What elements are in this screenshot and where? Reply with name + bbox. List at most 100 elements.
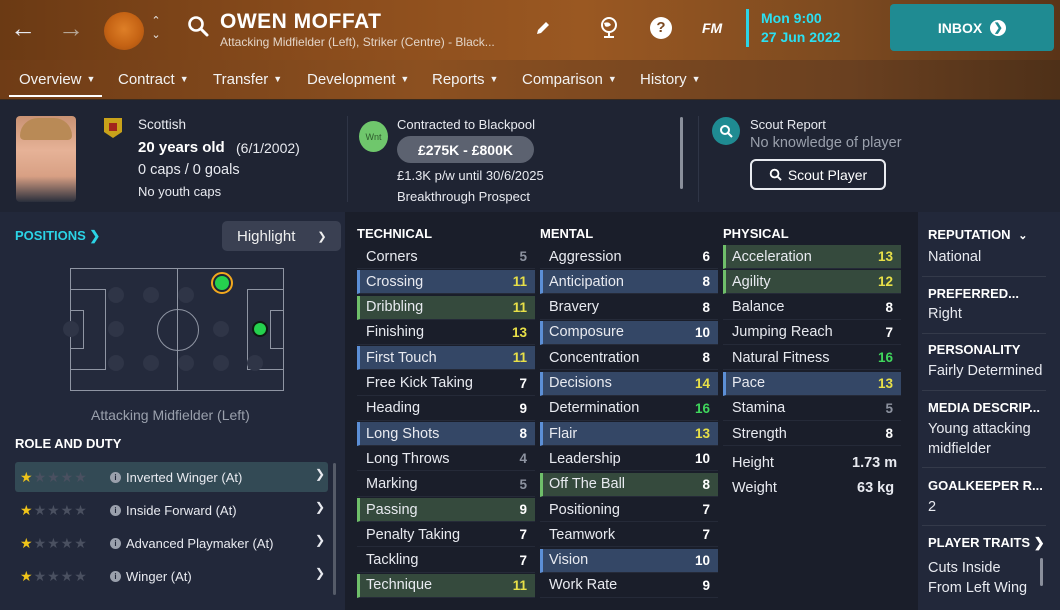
media-description-title: MEDIA DESCRIP... (928, 400, 1040, 415)
role-row[interactable]: ★★★★★ i Inside Forward (At) ❯ (15, 495, 328, 525)
technical-attribute-row[interactable]: Long Throws 4 (357, 447, 535, 472)
mental-attribute-row[interactable]: Bravery 8 (540, 296, 718, 320)
highlight-label: Highlight (237, 227, 296, 245)
mental-attribute-row[interactable]: Leadership 10 (540, 447, 718, 472)
technical-attribute-row[interactable]: Heading 9 (357, 397, 535, 421)
scout-search-icon[interactable] (712, 117, 740, 145)
transfer-value[interactable]: £275K - £800K (397, 136, 534, 163)
mental-attribute-row[interactable]: Teamwork 7 (540, 523, 718, 548)
tab-history[interactable]: History ▼ (640, 71, 701, 88)
role-rating-stars: ★★★★★ (20, 534, 88, 551)
header-scrollbar[interactable] (680, 117, 683, 189)
scout-player-button[interactable]: Scout Player (750, 159, 886, 190)
technical-attribute-row[interactable]: Technique 11 (357, 573, 535, 598)
physical-attribute-row[interactable]: Strength 8 (723, 422, 901, 447)
physical-attribute-row[interactable]: Pace 13 (723, 371, 901, 396)
tab-comparison[interactable]: Comparison ▼ (522, 71, 617, 88)
technical-attribute-row[interactable]: Corners 5 (357, 245, 535, 269)
attribute-name: Dribbling (366, 299, 424, 316)
edit-icon[interactable] (534, 19, 552, 37)
chevron-down-icon[interactable]: ❯ (315, 467, 325, 481)
help-icon[interactable]: ? (650, 17, 672, 39)
mental-attribute-row[interactable]: Concentration 8 (540, 346, 718, 371)
wage-info: £1.3K p/w until 30/6/2025 (397, 168, 544, 183)
highlight-dropdown[interactable]: Highlight ❯ (222, 221, 341, 251)
chevron-down-icon: ▼ (86, 74, 96, 84)
reputation-title[interactable]: REPUTATION ⌄ (928, 227, 1048, 242)
tab-transfer[interactable]: Transfer ▼ (213, 71, 282, 88)
club-crest-icon[interactable] (104, 12, 144, 50)
attribute-name: Determination (549, 400, 640, 417)
attribute-value: 11 (512, 577, 527, 593)
info-icon[interactable]: i (110, 537, 121, 549)
technical-attribute-row[interactable]: Crossing 11 (357, 270, 535, 295)
chevron-down-icon[interactable]: ❯ (315, 533, 325, 547)
position-dot (213, 321, 229, 337)
forward-arrow-icon[interactable]: → (58, 14, 84, 42)
info-icon[interactable]: i (110, 471, 121, 483)
tab-contract[interactable]: Contract ▼ (118, 71, 189, 88)
mental-attribute-row[interactable]: Determination 16 (540, 397, 718, 421)
tab-reports[interactable]: Reports ▼ (432, 71, 498, 88)
chevron-down-icon[interactable]: ❯ (315, 566, 325, 580)
role-row[interactable]: ★★★★★ i Inverted Winger (At) ❯ (15, 462, 328, 492)
player-hair (20, 118, 72, 140)
info-icon[interactable]: i (110, 570, 121, 582)
mental-attribute-row[interactable]: Flair 13 (540, 422, 718, 447)
globe-icon[interactable] (598, 15, 620, 39)
sidebar-scrollbar[interactable] (1040, 558, 1043, 586)
positions-label: POSITIONS (15, 228, 86, 243)
info-icon[interactable]: i (110, 504, 121, 516)
technical-attribute-row[interactable]: Penalty Taking 7 (357, 523, 535, 548)
physical-attribute-row[interactable]: Natural Fitness 16 (723, 346, 901, 371)
fm-logo[interactable]: FM (702, 20, 722, 36)
attribute-name: Crossing (366, 273, 424, 290)
mental-attribute-row[interactable]: Off The Ball 8 (540, 472, 718, 497)
role-row[interactable]: ★★★★★ i Advanced Playmaker (At) ❯ (15, 528, 328, 558)
mental-attribute-row[interactable]: Vision 10 (540, 548, 718, 573)
search-icon[interactable] (186, 14, 210, 38)
mental-attribute-row[interactable]: Decisions 14 (540, 371, 718, 396)
mental-attribute-row[interactable]: Aggression 6 (540, 245, 718, 269)
tab-overview[interactable]: Overview ▼ (19, 71, 95, 88)
technical-attribute-row[interactable]: Tackling 7 (357, 549, 535, 573)
technical-attribute-row[interactable]: First Touch 11 (357, 346, 535, 371)
mental-attribute-row[interactable]: Work Rate 9 (540, 574, 718, 598)
roles-scrollbar[interactable] (333, 463, 336, 595)
positions-title[interactable]: POSITIONS ❯ (15, 228, 100, 244)
attribute-name: Penalty Taking (366, 526, 461, 543)
position-dot (108, 287, 124, 303)
physical-attribute-row[interactable]: Balance 8 (723, 296, 901, 320)
position-aml-dot[interactable] (215, 276, 229, 290)
tab-development[interactable]: Development ▼ (307, 71, 409, 88)
physical-attribute-row[interactable]: Jumping Reach 7 (723, 321, 901, 345)
preferred-foot-value: Right (928, 306, 962, 322)
player-traits-value: Cuts Inside From Left Wing (928, 560, 1028, 596)
technical-attribute-row[interactable]: Passing 9 (357, 498, 535, 522)
technical-attribute-row[interactable]: Long Shots 8 (357, 422, 535, 447)
role-row[interactable]: ★★★★★ i Winger (At) ❯ (15, 561, 328, 591)
technical-attribute-row[interactable]: Free Kick Taking 7 (357, 372, 535, 396)
back-arrow-icon[interactable]: ← (10, 14, 36, 42)
mental-attribute-row[interactable]: Positioning 7 (540, 498, 718, 522)
mental-attribute-row[interactable]: Anticipation 8 (540, 270, 718, 295)
position-st-dot[interactable] (252, 321, 268, 337)
physical-attribute-row[interactable]: Stamina 5 (723, 397, 901, 421)
chevron-down-icon[interactable]: ❯ (315, 500, 325, 514)
physical-attribute-row[interactable]: Acceleration 13 (723, 245, 901, 269)
wanted-badge[interactable]: Wnt (359, 121, 388, 152)
player-traits-title[interactable]: PLAYER TRAITS ❯ (928, 535, 1048, 551)
current-date: 27 Jun 2022 (761, 29, 841, 45)
mental-attribute-row[interactable]: Composure 10 (540, 320, 718, 345)
attribute-name: Tackling (366, 552, 419, 569)
attribute-name: Vision (549, 552, 589, 569)
attribute-name: Bravery (549, 299, 599, 316)
technical-attribute-row[interactable]: Dribbling 11 (357, 295, 535, 320)
technical-attribute-row[interactable]: Marking 5 (357, 473, 535, 497)
player-switch-icon[interactable]: ⌃ ⌄ (150, 14, 162, 42)
physical-attribute-row[interactable]: Agility 12 (723, 270, 901, 295)
sidebar-divider (922, 467, 1046, 468)
inbox-button[interactable]: INBOX ❯ (890, 4, 1054, 51)
technical-attribute-row[interactable]: Finishing 13 (357, 321, 535, 345)
caps-goals: 0 caps / 0 goals (138, 162, 240, 178)
